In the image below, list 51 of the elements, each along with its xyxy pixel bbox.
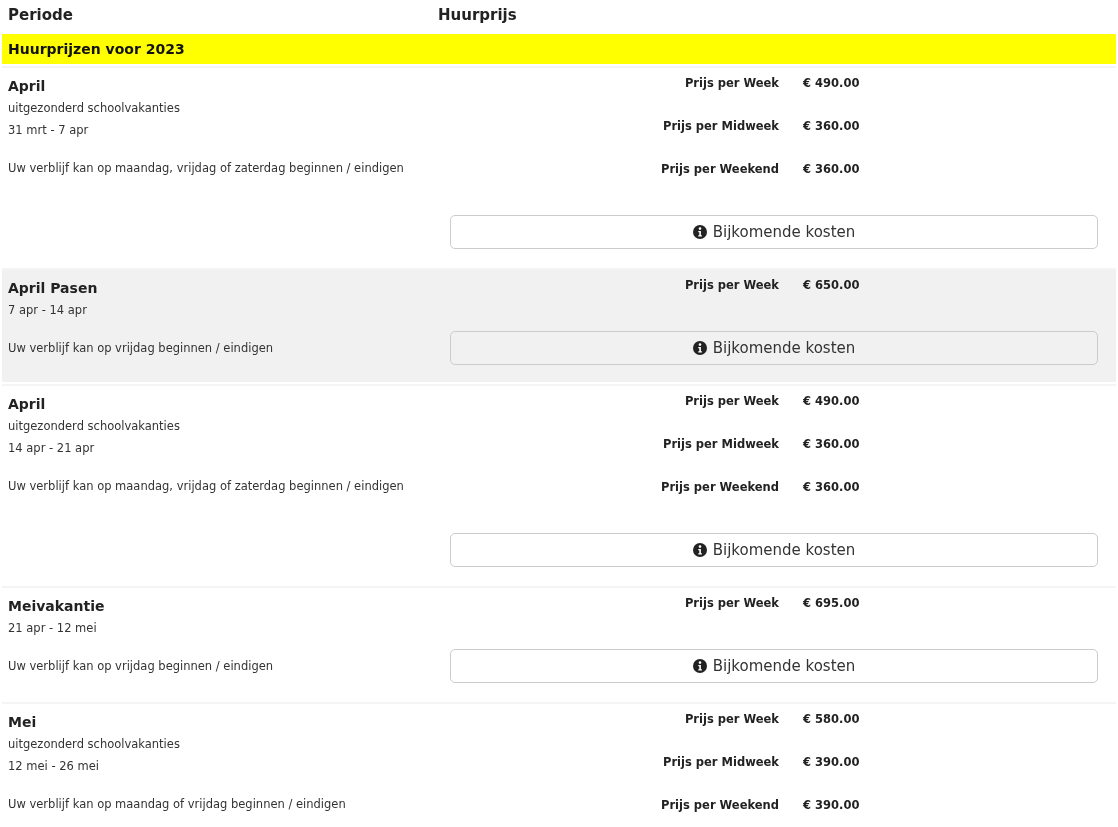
stay-note: Uw verblijf kan op maandag of vrijdag beginnen / eindigen: [8, 796, 347, 812]
period-detail: uitgezonderd schoolvakanties: [8, 736, 181, 752]
price-amount: € 580.00: [803, 712, 861, 728]
stay-note: Uw verblijf kan op maandag, vrijdag of zaterdag beginnen / eindigen: [8, 160, 405, 176]
price-label: Prijs per Week: [683, 712, 779, 728]
info-icon: [692, 341, 707, 355]
price-label: Prijs per Week: [683, 394, 779, 410]
extra-costs-button[interactable]: Bijkomende kosten: [450, 649, 1098, 683]
stay-note: Uw verblijf kan op vrijdag beginnen / eindigen: [8, 340, 275, 356]
price-label: Prijs per Weekend: [660, 798, 779, 814]
price-amount: € 490.00: [803, 394, 861, 410]
period-detail: 14 apr - 21 apr: [8, 440, 96, 456]
period-detail: 12 mei - 26 mei: [8, 758, 100, 774]
price-label: Prijs per Weekend: [660, 162, 779, 178]
extra-costs-button[interactable]: Bijkomende kosten: [450, 215, 1098, 249]
price-label: Prijs per Week: [683, 76, 779, 92]
period-name: Mei: [8, 714, 38, 730]
period-name: April Pasen: [8, 280, 99, 296]
price-amount: € 490.00: [803, 76, 861, 92]
price-label: Prijs per Midweek: [661, 119, 779, 135]
price-amount: € 360.00: [803, 480, 861, 496]
price-label: Prijs per Midweek: [661, 437, 779, 453]
price-amount: € 360.00: [803, 162, 861, 178]
period-name: Meivakantie: [8, 598, 106, 614]
price-amount: € 360.00: [803, 437, 861, 453]
column-header: Periode: [8, 6, 74, 26]
price-amount: € 390.00: [803, 755, 861, 771]
period-name: April: [8, 78, 47, 94]
price-amount: € 390.00: [803, 798, 861, 814]
info-icon: [692, 225, 707, 239]
price-amount: € 360.00: [803, 119, 861, 135]
price-label: Prijs per Midweek: [661, 755, 779, 771]
price-amount: € 695.00: [803, 596, 861, 612]
stay-note: Uw verblijf kan op vrijdag beginnen / eindigen: [8, 658, 275, 674]
price-label: Prijs per Weekend: [660, 480, 779, 496]
price-amount: € 650.00: [803, 278, 861, 294]
period-detail: uitgezonderd schoolvakanties: [8, 418, 181, 434]
section-title: Huurprijzen voor 2023: [2, 34, 1116, 64]
column-header: Huurprijs: [438, 6, 518, 26]
info-icon: [692, 659, 707, 673]
period-detail: 31 mrt - 7 apr: [8, 122, 90, 138]
period-detail: 7 apr - 14 apr: [8, 302, 88, 318]
info-icon: [692, 543, 707, 557]
period-detail: 21 apr - 12 mei: [8, 620, 98, 636]
price-label: Prijs per Week: [683, 596, 779, 612]
price-label: Prijs per Week: [683, 278, 779, 294]
extra-costs-button[interactable]: Bijkomende kosten: [450, 533, 1098, 567]
extra-costs-button[interactable]: Bijkomende kosten: [450, 331, 1098, 365]
period-name: April: [8, 396, 47, 412]
stay-note: Uw verblijf kan op maandag, vrijdag of zaterdag beginnen / eindigen: [8, 478, 405, 494]
period-detail: uitgezonderd schoolvakanties: [8, 100, 181, 116]
